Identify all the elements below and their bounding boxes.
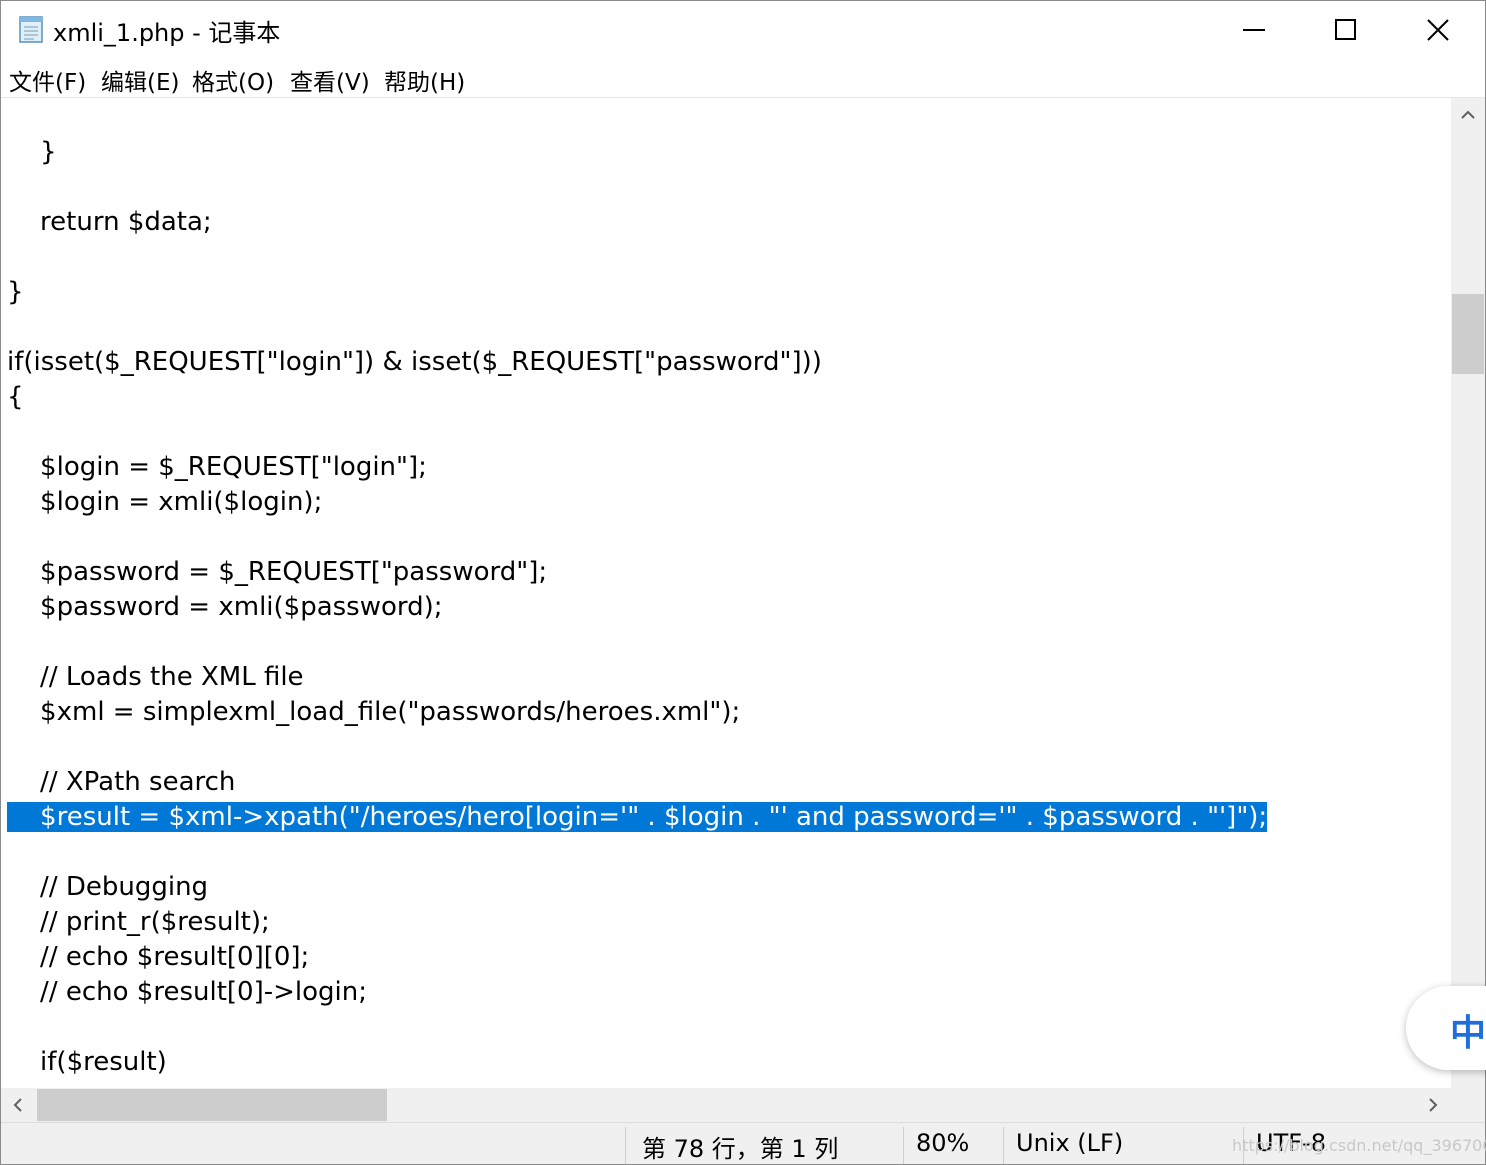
minimize-icon bbox=[1243, 29, 1265, 31]
code-line: // echo $result[0][0]; bbox=[7, 942, 310, 972]
scroll-up-icon[interactable] bbox=[1461, 110, 1475, 120]
code-line: // print_r($result); bbox=[7, 907, 270, 937]
vertical-scroll-thumb[interactable] bbox=[1452, 294, 1484, 374]
zoom-level: 80% bbox=[916, 1129, 970, 1157]
close-icon bbox=[1427, 19, 1449, 41]
status-divider bbox=[1003, 1127, 1004, 1164]
code-line: // XPath search bbox=[7, 767, 236, 797]
code-line: $xml = simplexml_load_file("passwords/he… bbox=[7, 697, 741, 727]
ime-indicator[interactable]: 中 bbox=[1406, 986, 1486, 1070]
code-line: $login = xmli($login); bbox=[7, 487, 323, 517]
horizontal-scrollbar[interactable] bbox=[1, 1088, 1451, 1122]
code-line: if(isset($_REQUEST["login"]) & isset($_R… bbox=[7, 347, 822, 377]
menu-file[interactable]: 文件(F) bbox=[9, 63, 86, 97]
code-line: // Debugging bbox=[7, 872, 209, 902]
code-line: $password = $_REQUEST["password"]; bbox=[7, 557, 548, 587]
menu-format[interactable]: 格式(O) bbox=[192, 63, 274, 97]
line-ending: Unix (LF) bbox=[1016, 1129, 1124, 1157]
code-line: // Loads the XML file bbox=[7, 662, 304, 692]
horizontal-scroll-thumb[interactable] bbox=[37, 1089, 387, 1121]
scroll-right-icon[interactable] bbox=[1428, 1098, 1438, 1112]
maximize-button[interactable] bbox=[1300, 1, 1392, 59]
maximize-icon bbox=[1335, 19, 1356, 40]
notepad-icon bbox=[19, 16, 43, 43]
scroll-left-icon[interactable] bbox=[13, 1098, 23, 1112]
ime-chinese-icon: 中 bbox=[1450, 1013, 1486, 1054]
status-divider bbox=[903, 1127, 904, 1164]
window-title: xmli_1.php - 记事本 bbox=[53, 19, 281, 47]
close-button[interactable] bbox=[1392, 1, 1484, 59]
code-line: // echo $result[0]->login; bbox=[7, 977, 367, 1007]
status-divider bbox=[625, 1127, 626, 1164]
watermark: https://blog.csdn.net/qq_39670065 bbox=[1232, 1136, 1486, 1155]
menu-view[interactable]: 查看(V) bbox=[290, 63, 370, 97]
code-line: } bbox=[7, 277, 24, 307]
title-bar[interactable]: xmli_1.php - 记事本 bbox=[1, 1, 1485, 59]
cursor-position: 第 78 行，第 1 列 bbox=[642, 1135, 839, 1163]
selected-code-line: $result = $xml->xpath("/heroes/hero[logi… bbox=[7, 799, 1268, 835]
vertical-scrollbar[interactable] bbox=[1451, 98, 1485, 1088]
scrollbar-corner bbox=[1451, 1088, 1485, 1122]
selected-text: $result = $xml->xpath("/heroes/hero[logi… bbox=[7, 802, 1268, 832]
menu-help[interactable]: 帮助(H) bbox=[384, 63, 465, 97]
code-line: return $data; bbox=[7, 207, 212, 237]
code-line: } bbox=[7, 137, 57, 167]
minimize-button[interactable] bbox=[1208, 1, 1300, 59]
menu-edit[interactable]: 编辑(E) bbox=[101, 63, 179, 97]
text-editor[interactable]: } return $data; } if(isset($_REQUEST["lo… bbox=[1, 98, 1451, 1088]
code-line: $password = xmli($password); bbox=[7, 592, 443, 622]
menu-bar: 文件(F) 编辑(E) 格式(O) 查看(V) 帮助(H) bbox=[1, 59, 1485, 98]
code-line: if($result) bbox=[7, 1047, 167, 1077]
code-line: $login = $_REQUEST["login"]; bbox=[7, 452, 427, 482]
code-line: { bbox=[7, 382, 24, 412]
notepad-window: xmli_1.php - 记事本 文件(F) 编辑(E) 格式(O) 查看(V)… bbox=[0, 0, 1486, 1165]
